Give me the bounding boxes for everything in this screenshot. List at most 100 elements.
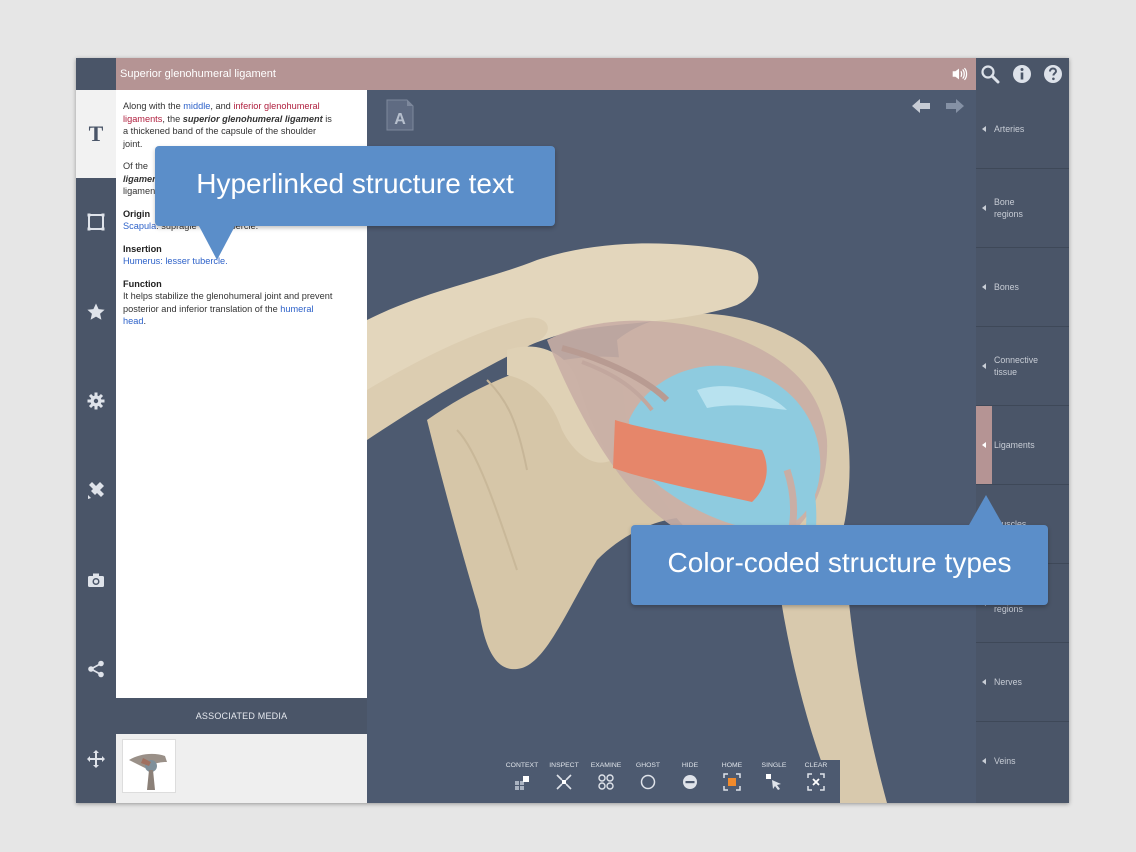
back-arrow-icon[interactable] [912,99,930,113]
top-right-toolbar [976,58,1069,90]
tools-icon [88,482,104,499]
badge-letter: A [394,111,406,128]
structure-type-label: Bone regions [994,197,1023,219]
expand-arrow-icon [982,205,986,211]
text-tab-glyph: T [88,121,104,146]
clear-label: CLEAR [804,762,828,769]
expand-arrow-icon [982,442,986,448]
structure-type-bones[interactable]: Bones [976,248,1069,327]
left-toolbar: T [76,90,116,803]
view-mode-toolbar: CONTEXT INSPECT EXAMINE GHOST HIDE HOME [502,760,840,803]
structure-type-ligaments[interactable]: Ligaments [976,406,1069,485]
title-bar: Superior glenohumeral ligament [116,58,976,90]
color-coded-callout-text: Color-coded structure types [667,547,1012,578]
expand-arrow-icon [982,363,986,369]
top-left-corner [76,58,116,90]
single-label: SINGLE [761,762,787,769]
examine-tool[interactable]: EXAMINE [586,760,626,803]
examine-icon [598,774,614,790]
origin-heading: Origin [123,208,151,219]
expand-arrow-icon [982,679,986,685]
tools-tab[interactable] [76,446,116,534]
ghost-label: GHOST [635,762,661,769]
associated-media-header: ASSOCIATED MEDIA [116,698,367,734]
structure-type-label: Nerves [994,677,1022,687]
frame-tab[interactable] [76,178,116,266]
para2-text-b: ligamen [123,186,156,196]
structure-type-arteries[interactable]: Arteries [976,90,1069,169]
inspect-tool[interactable]: INSPECT [544,760,584,803]
hyperlinked-text-callout: Hyperlinked structure text [155,146,555,260]
help-icon[interactable] [1043,64,1063,84]
search-icon[interactable] [980,64,1000,84]
favorites-tab[interactable] [76,268,116,356]
star-icon [87,303,105,320]
media-thumbnail[interactable] [122,739,176,793]
associated-media-strip [116,734,367,803]
clear-icon [807,773,825,791]
camera-icon [88,573,104,587]
expand-arrow-icon [982,126,986,132]
scapula-link[interactable]: Scapula [123,221,156,231]
structure-types-sidebar: Arteries Bone regions Bones Connective t… [976,90,1069,803]
single-icon [766,774,781,790]
home-icon [723,773,741,791]
para1-text-b: , and [210,101,234,111]
examine-label: EXAMINE [590,762,622,769]
function-end: . [143,316,147,326]
home-tool[interactable]: HOME [712,760,752,803]
insertion-heading: Insertion [123,243,162,254]
ghost-icon [640,774,656,790]
context-tool[interactable]: CONTEXT [502,760,542,803]
context-icon [515,776,529,790]
history-navigation [912,99,964,113]
structure-type-veins[interactable]: Veins [976,722,1069,800]
expand-arrow-icon [982,758,986,764]
settings-tab[interactable] [76,357,116,445]
structure-type-label: Arteries [994,124,1025,134]
hide-icon [683,775,697,789]
camera-tab[interactable] [76,536,116,624]
single-tool[interactable]: SINGLE [754,760,794,803]
move-icon [87,750,105,768]
structure-type-label: Ligaments [994,440,1035,450]
structure-type-label: Veins [994,756,1016,766]
function-heading: Function [123,278,162,289]
inspect-icon [556,774,572,790]
middle-ligament-link[interactable]: middle [183,101,210,111]
inspect-label: INSPECT [549,762,579,769]
anterior-view-badge[interactable]: A [385,98,415,132]
share-icon [88,660,104,678]
structure-name-bold: superior glenohumeral ligament [182,113,323,124]
home-label: HOME [721,762,743,769]
gear-icon [87,392,105,410]
hide-tool[interactable]: HIDE [670,760,710,803]
hide-label: HIDE [681,762,699,769]
ghost-tool[interactable]: GHOST [628,760,668,803]
structure-type-bone-regions[interactable]: Bone regions [976,169,1069,248]
callout-pointer [969,495,1003,525]
structure-title: Superior glenohumeral ligament [120,68,276,80]
color-coded-callout: Color-coded structure types [631,495,1048,605]
para2-text-a: Of the [123,161,149,171]
forward-arrow-icon[interactable] [946,99,964,113]
function-section: Function It helps stabilize the glenohume… [123,278,338,328]
text-tab[interactable]: T [76,90,116,178]
structure-type-label: Bones [994,282,1019,292]
info-icon[interactable] [1012,64,1032,84]
context-label: CONTEXT [505,762,539,769]
description-paragraph: Along with the middle, and inferior glen… [123,100,338,150]
expand-arrow-icon [982,284,986,290]
clear-tool[interactable]: CLEAR [796,760,836,803]
para1-text-a: Along with the [123,101,184,111]
shoulder-thumbnail-image [129,753,167,790]
hyperlinked-callout-text: Hyperlinked structure text [196,168,514,199]
para1-text-c: , the [162,113,183,124]
structure-type-connective-tissue[interactable]: Connective tissue [976,327,1069,406]
move-tab[interactable] [76,715,116,803]
callout-pointer [199,226,235,260]
structure-type-nerves[interactable]: Nerves [976,643,1069,722]
structure-type-label: Connective tissue [994,355,1039,377]
share-tab[interactable] [76,625,116,713]
speaker-icon[interactable] [950,65,968,83]
